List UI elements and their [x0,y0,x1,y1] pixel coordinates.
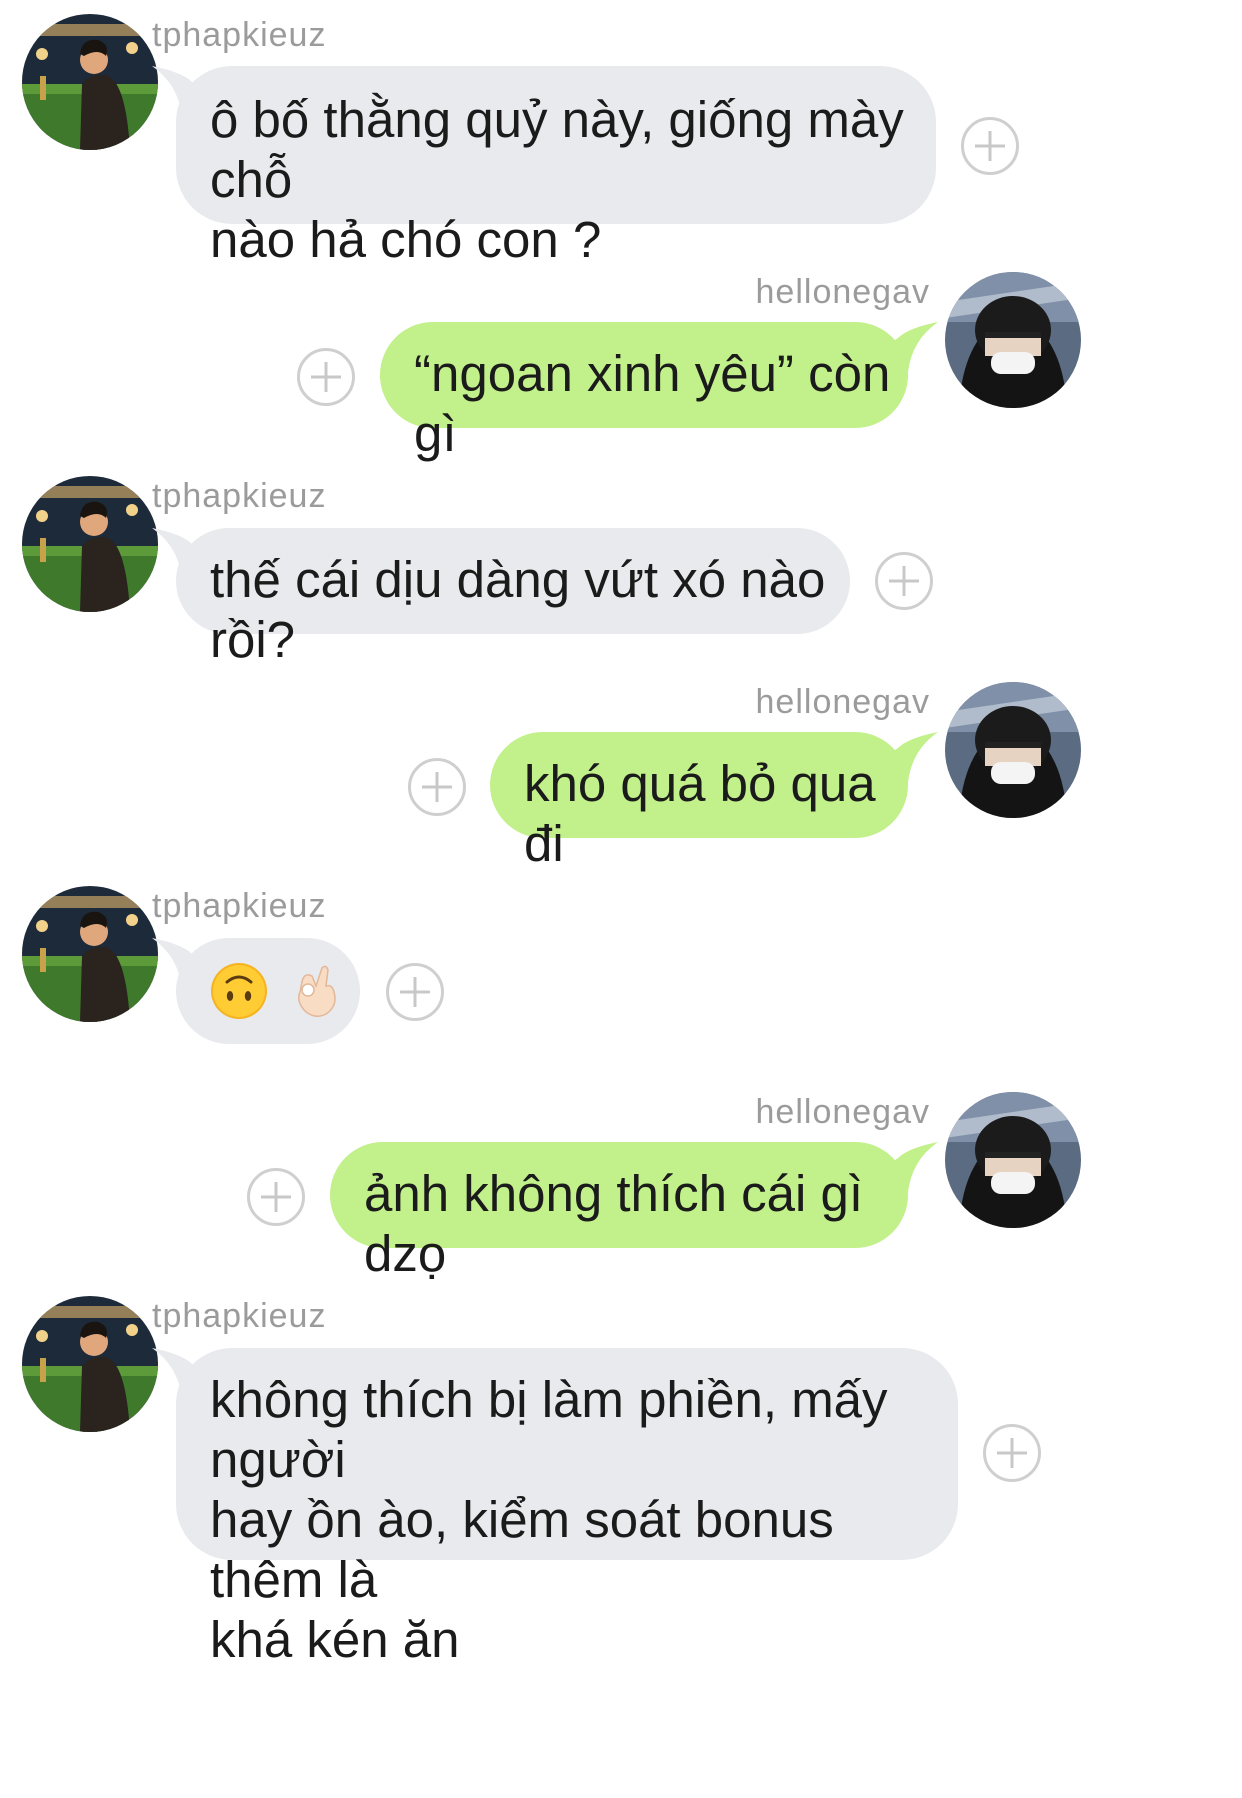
sender-name: hellonegav [755,683,930,721]
message-bubble-incoming[interactable] [176,938,360,1044]
avatar-hellonegav[interactable] [945,1092,1081,1228]
message-text: khó quá bỏ qua đi [524,755,876,872]
add-reaction-icon[interactable] [408,758,466,816]
message-bubble-incoming[interactable]: ô bố thằng quỷ này, giống mày chỗ nào hả… [176,66,936,268]
sender-name: tphapkieuz [152,477,327,515]
avatar-tphapkieuz[interactable] [22,476,158,612]
sender-name: hellonegav [755,273,930,311]
add-reaction-icon[interactable] [386,963,444,1021]
avatar-tphapkieuz[interactable] [22,886,158,1022]
avatar-hellonegav[interactable] [945,682,1081,818]
add-reaction-icon[interactable] [875,552,933,610]
message-text: không thích bị làm phiền, mấy người hay … [210,1371,888,1668]
message-text: ảnh không thích cái gì dzọ [364,1165,864,1282]
message-bubble-outgoing[interactable]: ảnh không thích cái gì dzọ [330,1142,908,1282]
add-reaction-icon[interactable] [983,1424,1041,1482]
sender-name: tphapkieuz [152,887,327,925]
avatar-hellonegav[interactable] [945,272,1081,408]
avatar-tphapkieuz[interactable] [22,1296,158,1432]
add-reaction-icon[interactable] [297,348,355,406]
message-text: “ngoan xinh yêu” còn gì [414,345,891,462]
sender-name: tphapkieuz [152,1297,327,1335]
message-bubble-incoming[interactable]: thế cái dịu dàng vứt xó nào rồi? [176,528,850,668]
message-bubble-incoming[interactable]: không thích bị làm phiền, mấy người hay … [176,1348,958,1668]
message-bubble-outgoing[interactable]: “ngoan xinh yêu” còn gì [380,322,908,462]
upside-down-face-emoji [210,962,268,1020]
add-reaction-icon[interactable] [247,1168,305,1226]
add-reaction-icon[interactable] [961,117,1019,175]
message-bubble-outgoing[interactable]: khó quá bỏ qua đi [490,732,908,872]
ok-hand-emoji [297,965,336,1017]
sender-name: hellonegav [755,1093,930,1131]
message-text: ô bố thằng quỷ này, giống mày chỗ nào hả… [210,91,904,268]
avatar-tphapkieuz[interactable] [22,14,158,150]
message-text: thế cái dịu dàng vứt xó nào rồi? [210,551,826,668]
sender-name: tphapkieuz [152,16,327,54]
